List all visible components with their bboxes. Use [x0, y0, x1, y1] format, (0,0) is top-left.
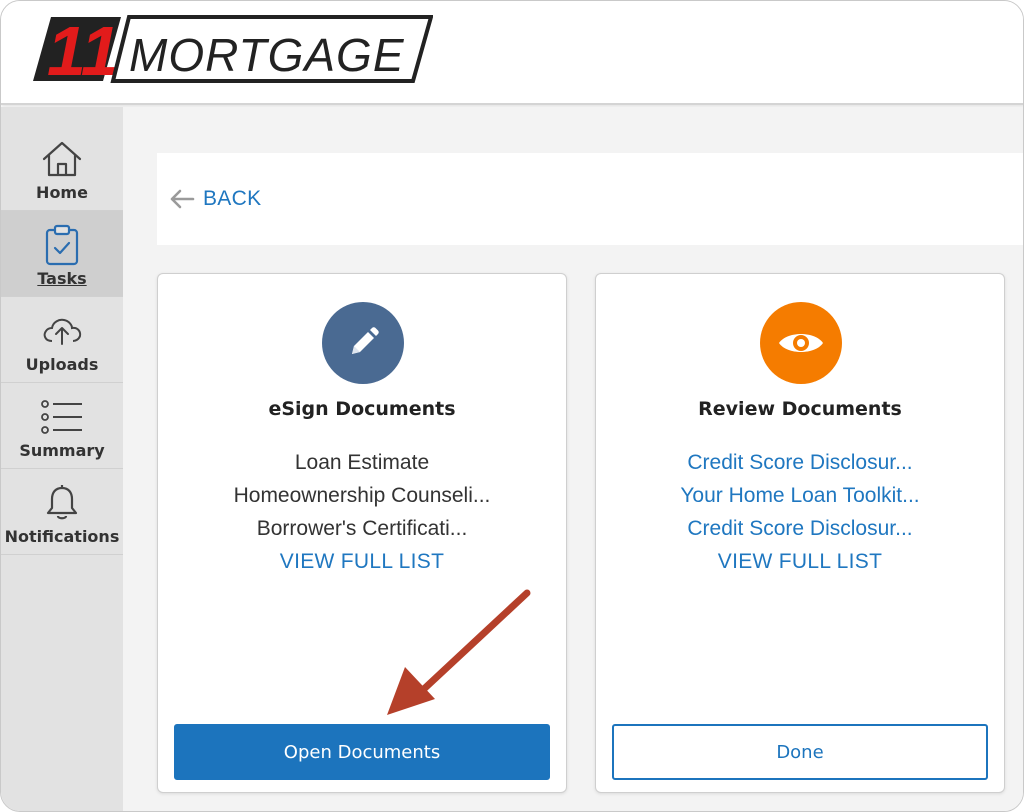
review-documents-card: Review Documents Credit Score Disclosur.…: [595, 273, 1005, 793]
done-button[interactable]: Done: [612, 724, 988, 780]
card-title: eSign Documents: [268, 398, 456, 420]
document-link[interactable]: Credit Score Disclosur...: [596, 446, 1004, 479]
list-icon: [40, 397, 84, 437]
cloud-upload-icon: [40, 311, 84, 351]
document-list: Loan Estimate Homeownership Counseli... …: [158, 446, 566, 578]
sidebar-item-home[interactable]: Home: [1, 125, 123, 211]
document-list: Credit Score Disclosur... Your Home Loan…: [596, 446, 1004, 578]
document-link[interactable]: Your Home Loan Toolkit...: [596, 479, 1004, 512]
logo-number: 11: [47, 13, 120, 85]
sidebar-item-uploads[interactable]: Uploads: [1, 297, 123, 383]
app-window: 11 MORTGAGE Home Tasks Uploads Summary N…: [0, 0, 1024, 812]
sidebar-item-summary[interactable]: Summary: [1, 383, 123, 469]
back-button[interactable]: BACK: [169, 183, 261, 215]
sidebar-item-notifications[interactable]: Notifications: [1, 469, 123, 555]
list-item: Homeownership Counseli...: [233, 484, 491, 507]
list-item: Borrower's Certificati...: [256, 517, 468, 540]
view-full-list-link[interactable]: VIEW FULL LIST: [158, 545, 566, 578]
open-documents-button[interactable]: Open Documents: [174, 724, 550, 780]
main-content: BACK eSign Documents Loan Estimate Homeo…: [123, 107, 1023, 811]
sidebar-nav: Home Tasks Uploads Summary Notifications: [1, 107, 123, 811]
home-icon: [40, 139, 84, 179]
header: 11 MORTGAGE: [1, 1, 1023, 105]
sidebar-item-tasks[interactable]: Tasks: [1, 211, 123, 297]
sidebar-item-label: Uploads: [25, 355, 99, 374]
view-full-list-link[interactable]: VIEW FULL LIST: [596, 545, 1004, 578]
sidebar-item-label: Tasks: [37, 269, 87, 288]
card-title: Review Documents: [698, 398, 902, 420]
document-link[interactable]: Credit Score Disclosur...: [596, 512, 1004, 545]
esign-documents-card: eSign Documents Loan Estimate Homeowners…: [157, 273, 567, 793]
sidebar-item-label: Notifications: [4, 527, 120, 546]
clipboard-check-icon: [40, 224, 84, 266]
logo-word: MORTGAGE: [129, 29, 405, 81]
bell-icon: [40, 483, 84, 523]
pencil-icon: [322, 302, 404, 384]
back-bar: BACK: [157, 153, 1023, 245]
arrow-left-icon: [170, 189, 195, 209]
list-item: Loan Estimate: [294, 451, 430, 474]
company-logo[interactable]: 11 MORTGAGE: [33, 13, 433, 85]
sidebar-item-label: Home: [36, 183, 88, 202]
eye-icon: [760, 302, 842, 384]
back-label: BACK: [203, 187, 262, 210]
sidebar-item-label: Summary: [19, 441, 105, 460]
